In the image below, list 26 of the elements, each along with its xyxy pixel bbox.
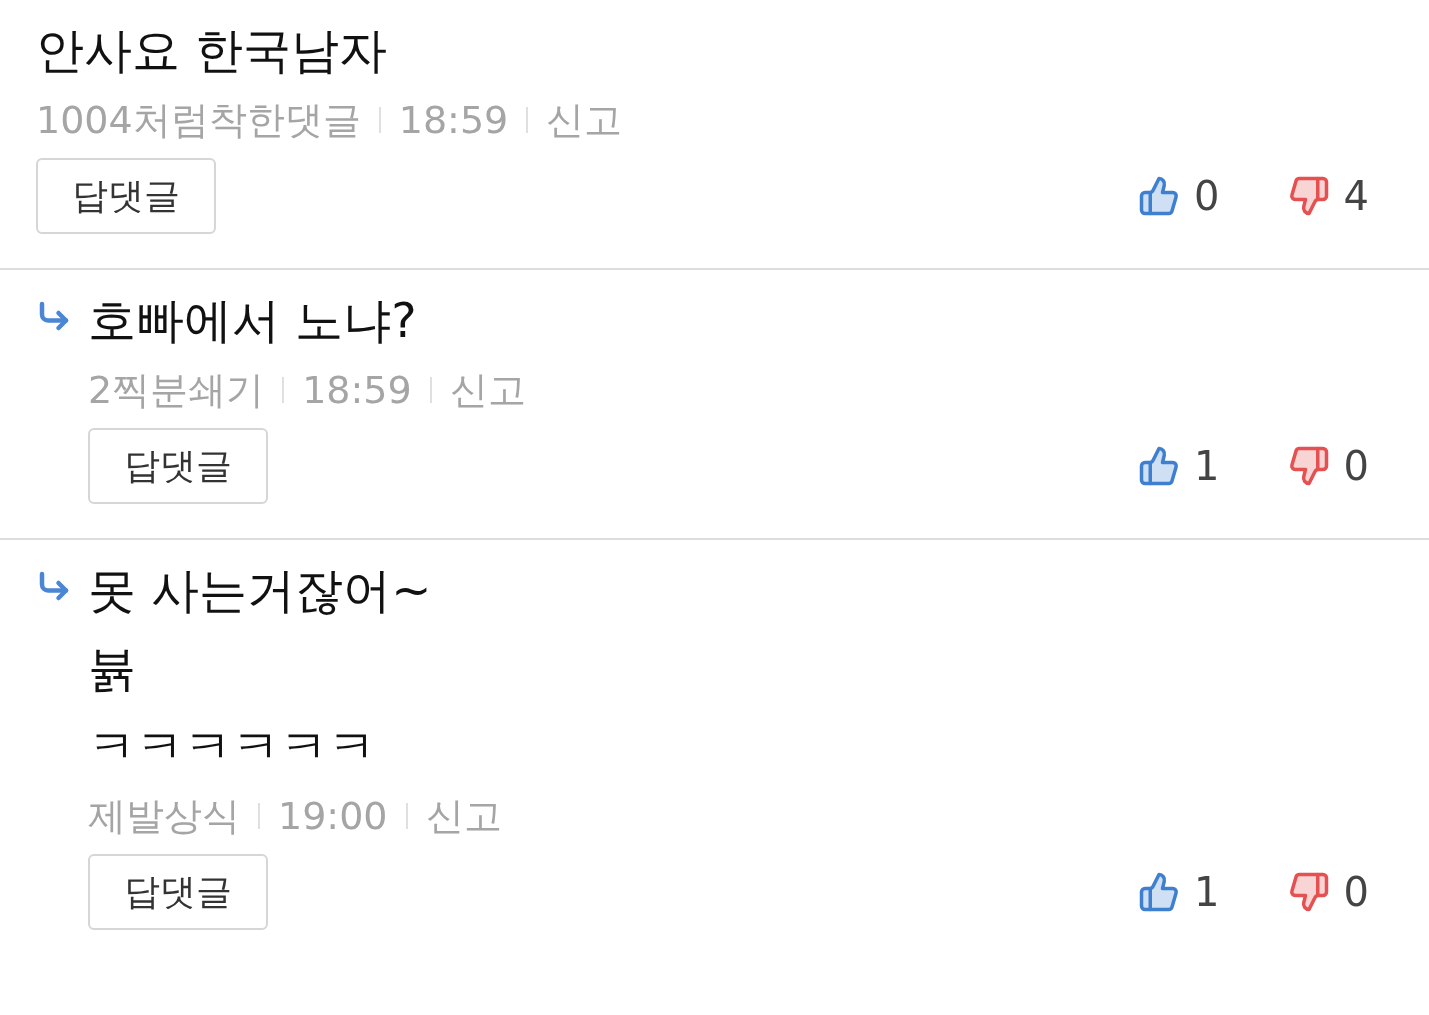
thumbs-up-icon [1138,175,1181,217]
dislike-button[interactable]: 0 [1287,436,1369,496]
comment-text: 뷹 [88,640,137,696]
thumbs-up-icon [1138,871,1181,913]
comment-time: 19:00 [278,793,388,840]
reply-button[interactable]: 답댓글 [88,854,268,930]
reply-button[interactable]: 답댓글 [36,158,216,234]
like-button[interactable]: 0 [1138,166,1220,226]
comment-text: 호빠에서 노냐? [88,292,418,348]
comment-text: ㅋㅋㅋㅋㅋㅋ [88,718,377,774]
like-button[interactable]: 1 [1138,436,1220,496]
dislike-button[interactable]: 0 [1287,862,1369,922]
dislike-button[interactable]: 4 [1287,166,1369,226]
author-name: 1004처럼착한댓글 [36,97,361,144]
author-name: 제발상식 [88,793,240,840]
thumbs-down-icon [1287,871,1330,913]
thumbs-up-icon [1138,445,1181,487]
comment-time: 18:59 [398,97,509,144]
comment-text: 안사요 한국남자 [36,22,389,78]
reply-button[interactable]: 답댓글 [88,428,268,504]
thumbs-down-icon [1287,175,1330,217]
comment-text: 못 사는거잖어~ [88,562,433,618]
comment-time: 18:59 [302,367,412,414]
author-name: 2찍분쇄기 [88,367,265,414]
thumbs-down-icon [1287,445,1330,487]
like-button[interactable]: 1 [1138,862,1220,922]
